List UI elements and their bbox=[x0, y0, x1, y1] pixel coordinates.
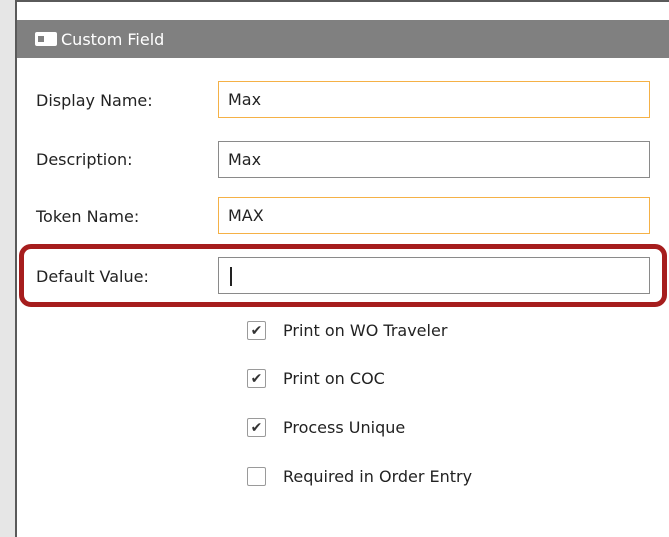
display-name-label: Display Name: bbox=[36, 91, 153, 110]
option-label: Print on COC bbox=[283, 369, 385, 388]
custom-field-panel: Custom Field Display Name: Description: … bbox=[15, 0, 669, 537]
token-name-field[interactable] bbox=[218, 197, 650, 234]
option-label: Print on WO Traveler bbox=[283, 321, 448, 340]
option-label: Process Unique bbox=[283, 418, 406, 437]
option-print-coc[interactable]: ✔ Print on COC bbox=[247, 369, 385, 388]
checkmark-icon: ✔ bbox=[250, 419, 263, 436]
option-label: Required in Order Entry bbox=[283, 467, 473, 486]
description-field[interactable] bbox=[218, 141, 650, 178]
checkbox[interactable]: ✔ bbox=[247, 321, 266, 340]
panel-titlebar: Custom Field bbox=[17, 20, 669, 58]
checkbox[interactable]: ✔ bbox=[247, 418, 266, 437]
display-name-field[interactable] bbox=[218, 81, 650, 118]
checkmark-icon: ✔ bbox=[250, 370, 263, 387]
option-required-order-entry[interactable]: Required in Order Entry bbox=[247, 467, 472, 486]
option-process-unique[interactable]: ✔ Process Unique bbox=[247, 418, 405, 437]
default-value-label: Default Value: bbox=[36, 267, 149, 286]
panel-title: Custom Field bbox=[61, 29, 165, 49]
form-icon bbox=[35, 32, 57, 46]
token-name-label: Token Name: bbox=[36, 207, 140, 226]
text-caret bbox=[230, 267, 232, 286]
checkbox[interactable]: ✔ bbox=[247, 369, 266, 388]
description-label: Description: bbox=[36, 150, 133, 169]
default-value-field[interactable] bbox=[218, 257, 650, 294]
checkmark-icon: ✔ bbox=[250, 322, 263, 339]
option-print-wo-traveler[interactable]: ✔ Print on WO Traveler bbox=[247, 321, 447, 340]
checkbox[interactable] bbox=[247, 467, 266, 486]
